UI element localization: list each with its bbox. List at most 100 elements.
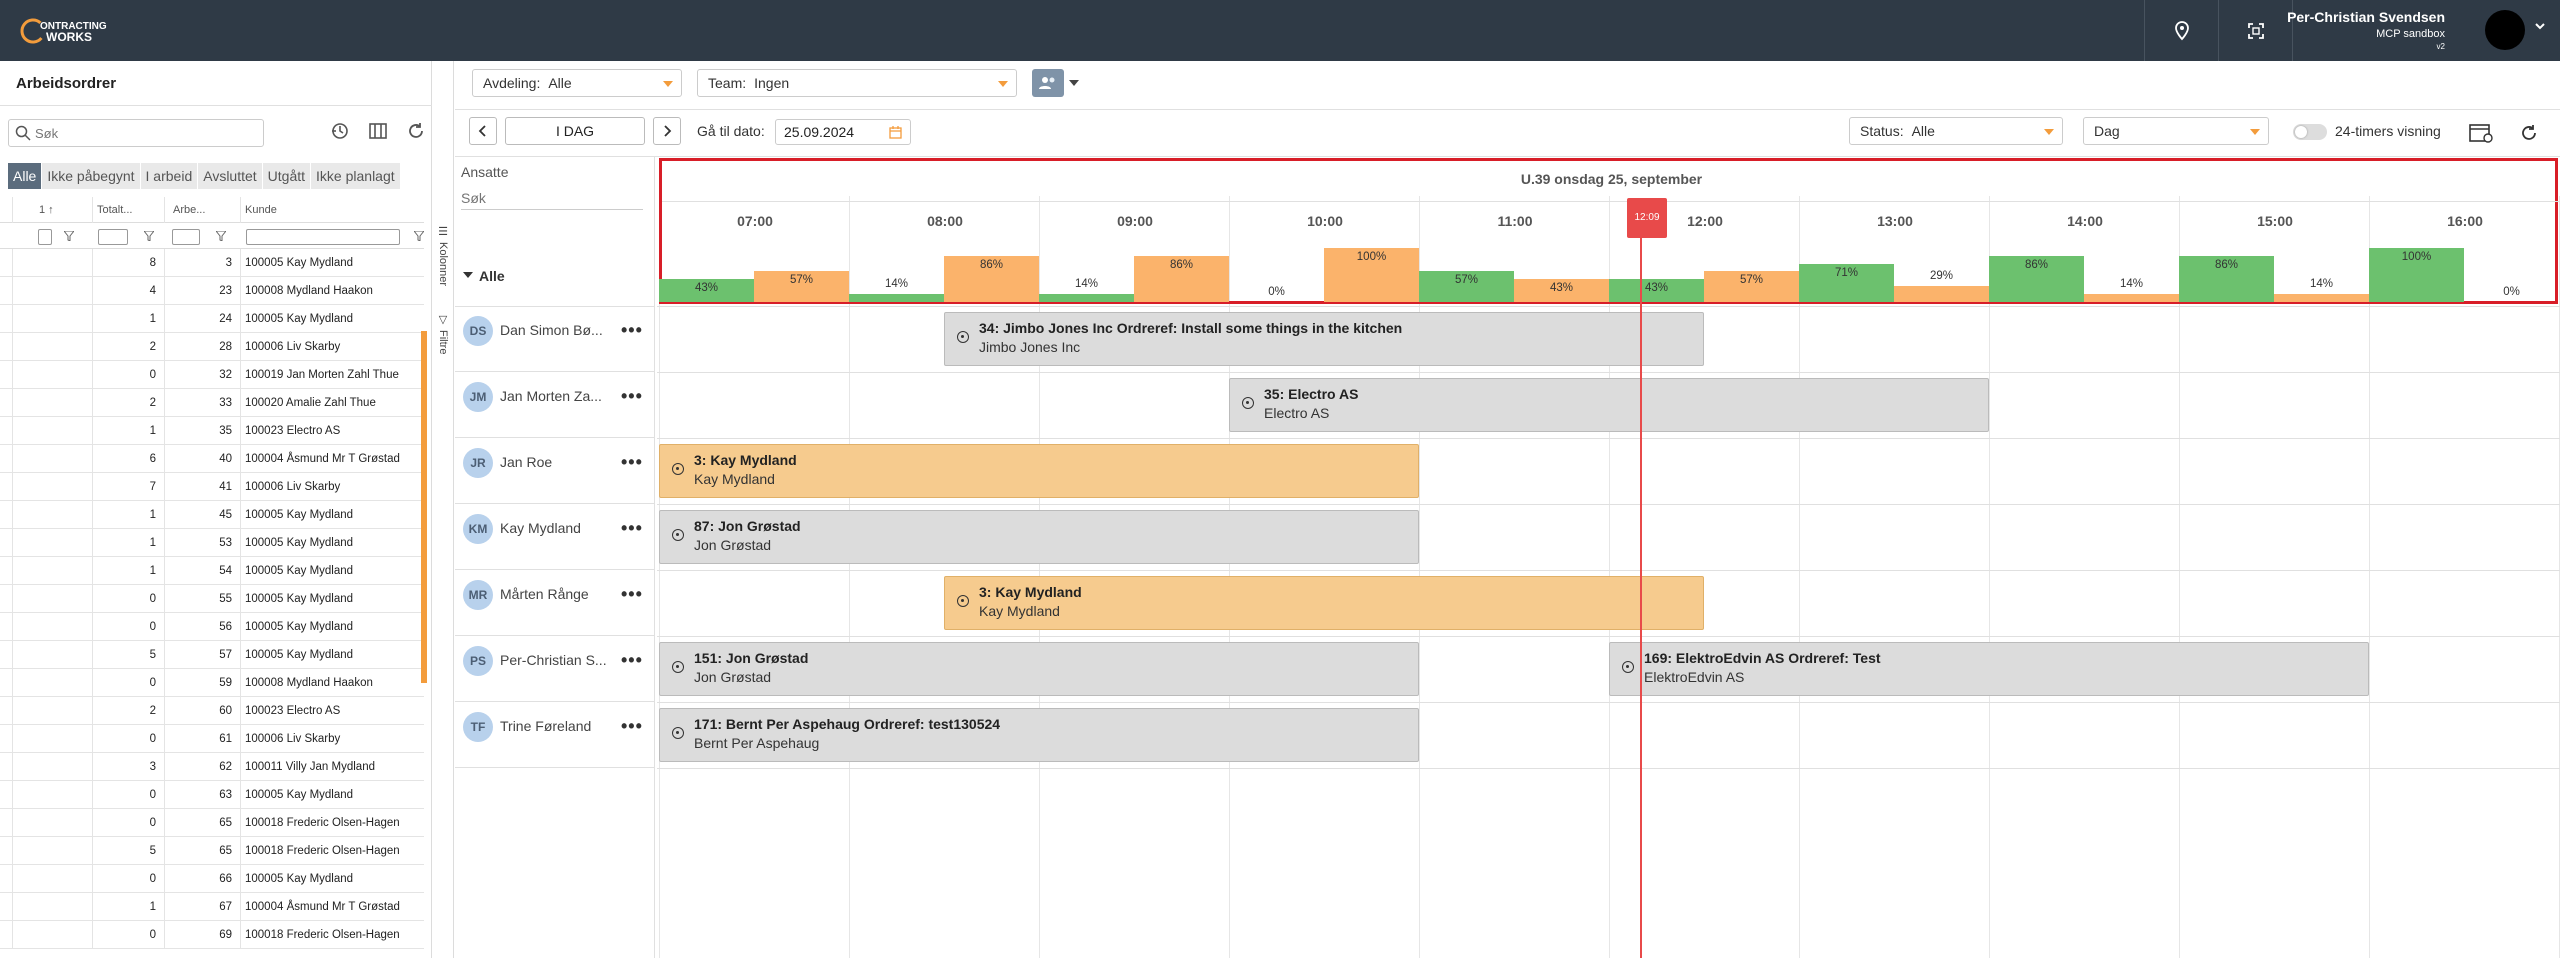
avatar[interactable]: [2485, 10, 2525, 50]
utilization-bar[interactable]: [1894, 286, 1989, 302]
contracting-works-logo[interactable]: ONTRACTING WORKS: [20, 12, 120, 50]
work-filter-input[interactable]: [172, 229, 200, 245]
calendar-settings-icon[interactable]: [2469, 122, 2493, 144]
table-row[interactable]: 1 24 100005 Kay Mydland: [0, 305, 424, 333]
chevron-down-icon[interactable]: [1069, 80, 1079, 88]
more-icon[interactable]: •••: [621, 650, 643, 671]
table-row[interactable]: 2 60 100023 Electro AS: [0, 697, 424, 725]
table-row[interactable]: 0 65 100018 Frederic Olsen-Hagen: [0, 809, 424, 837]
department-select[interactable]: Avdeling: Alle: [472, 69, 682, 97]
filter-tab-5[interactable]: Ikke planlagt: [311, 163, 401, 189]
filter-tab-1[interactable]: Ikke påbegynt: [42, 163, 141, 189]
filter-icon[interactable]: [216, 231, 226, 241]
map-button[interactable]: [2144, 0, 2218, 61]
table-row[interactable]: 6 40 100004 Åsmund Mr T Grøstad: [0, 445, 424, 473]
more-icon[interactable]: •••: [621, 518, 643, 539]
employee-row[interactable]: TF Trine Føreland •••: [455, 702, 655, 768]
table-row[interactable]: 3 62 100011 Villy Jan Mydland: [0, 753, 424, 781]
work-order-event[interactable]: 87: Jon Grøstad Jon Grøstad: [659, 510, 1419, 564]
utilization-bar[interactable]: [2274, 294, 2369, 302]
work-order-event[interactable]: 151: Jon Grøstad Jon Grøstad: [659, 642, 1419, 696]
total-filter-input[interactable]: [98, 229, 128, 245]
view-select[interactable]: Dag: [2083, 117, 2269, 145]
employee-row[interactable]: DS Dan Simon Bø... •••: [455, 306, 655, 372]
table-row[interactable]: 2 28 100006 Liv Skarby: [0, 333, 424, 361]
employee-search-input[interactable]: [461, 186, 643, 210]
next-day-button[interactable]: [653, 117, 681, 145]
work-order-event[interactable]: 171: Bernt Per Aspehaug Ordreref: test13…: [659, 708, 1419, 762]
table-row[interactable]: 1 45 100005 Kay Mydland: [0, 501, 424, 529]
table-row[interactable]: 8 3 100005 Kay Mydland: [0, 249, 424, 277]
table-row[interactable]: 1 35 100023 Electro AS: [0, 417, 424, 445]
work-order-event[interactable]: 35: Electro AS Electro AS: [1229, 378, 1989, 432]
filter-tab-3[interactable]: Avsluttet: [198, 163, 263, 189]
table-row[interactable]: 0 56 100005 Kay Mydland: [0, 613, 424, 641]
employee-row[interactable]: PS Per-Christian S... •••: [455, 636, 655, 702]
table-row[interactable]: 1 54 100005 Kay Mydland: [0, 557, 424, 585]
table-row[interactable]: 0 61 100006 Liv Skarby: [0, 725, 424, 753]
work-order-event[interactable]: 34: Jimbo Jones Inc Ordreref: Install so…: [944, 312, 1704, 366]
filter-icon[interactable]: [414, 231, 424, 241]
more-icon[interactable]: •••: [621, 584, 643, 605]
team-select[interactable]: Team: Ingen: [697, 69, 1017, 97]
employee-row[interactable]: MR Mårten Rånge •••: [455, 570, 655, 636]
history-icon[interactable]: [330, 121, 350, 141]
table-row[interactable]: 5 57 100005 Kay Mydland: [0, 641, 424, 669]
filter-checkbox[interactable]: [38, 229, 52, 245]
work-order-event[interactable]: 3: Kay Mydland Kay Mydland: [944, 576, 1704, 630]
columns-tab[interactable]: ☰ Kolonner: [434, 225, 452, 286]
table-row[interactable]: 0 59 100008 Mydland Haakon: [0, 669, 424, 697]
filter-tab-0[interactable]: Alle: [8, 163, 43, 189]
filters-tab[interactable]: ▽ Filtre: [434, 313, 452, 354]
column-header-work[interactable]: Arbe...: [164, 197, 240, 223]
refresh-icon[interactable]: [406, 121, 426, 141]
24h-toggle[interactable]: [2293, 124, 2327, 140]
utilization-bar[interactable]: [849, 294, 944, 302]
employee-row[interactable]: KM Kay Mydland •••: [455, 504, 655, 570]
filter-icon[interactable]: [144, 231, 154, 241]
work-order-event[interactable]: 3: Kay Mydland Kay Mydland: [659, 444, 1419, 498]
status-select[interactable]: Status: Alle: [1849, 117, 2063, 145]
employee-row[interactable]: JM Jan Morten Za... •••: [455, 372, 655, 438]
column-header-total[interactable]: Totalt...: [92, 197, 164, 223]
user-menu[interactable]: Per-Christian Svendsen MCP sandbox v2: [2287, 0, 2560, 61]
employee-row[interactable]: JR Jan Roe •••: [455, 438, 655, 504]
search-input[interactable]: [35, 123, 255, 143]
today-button[interactable]: I DAG: [505, 117, 645, 145]
table-row[interactable]: 7 41 100006 Liv Skarby: [0, 473, 424, 501]
previous-day-button[interactable]: [469, 117, 497, 145]
column-header-id[interactable]: 1 ↑: [12, 197, 92, 223]
caret-down-icon[interactable]: [463, 272, 473, 280]
column-header-customer[interactable]: Kunde: [240, 197, 420, 223]
table-row[interactable]: 0 66 100005 Kay Mydland: [0, 865, 424, 893]
customer-filter-input[interactable]: [246, 229, 400, 245]
chevron-down-icon[interactable]: [2534, 20, 2546, 32]
event-customer: Kay Mydland: [694, 471, 775, 487]
table-row[interactable]: 0 55 100005 Kay Mydland: [0, 585, 424, 613]
more-icon[interactable]: •••: [621, 320, 643, 341]
work-order-search[interactable]: [8, 119, 264, 147]
table-row[interactable]: 1 53 100005 Kay Mydland: [0, 529, 424, 557]
table-row[interactable]: 4 23 100008 Mydland Haakon: [0, 277, 424, 305]
refresh-icon[interactable]: [2519, 123, 2539, 143]
table-row[interactable]: 0 32 100019 Jan Morten Zahl Thue: [0, 361, 424, 389]
table-row[interactable]: 1 67 100004 Åsmund Mr T Grøstad: [0, 893, 424, 921]
goto-date-input[interactable]: 25.09.2024: [775, 119, 911, 145]
table-row[interactable]: 5 65 100018 Frederic Olsen-Hagen: [0, 837, 424, 865]
fullscreen-button[interactable]: [2218, 0, 2292, 61]
work-order-event[interactable]: 169: ElektroEdvin AS Ordreref: Test Elekt…: [1609, 642, 2369, 696]
utilization-bar[interactable]: [2084, 294, 2179, 302]
more-icon[interactable]: •••: [621, 716, 643, 737]
filter-icon[interactable]: [64, 231, 74, 241]
more-icon[interactable]: •••: [621, 386, 643, 407]
table-row[interactable]: 0 63 100005 Kay Mydland: [0, 781, 424, 809]
more-icon[interactable]: •••: [621, 452, 643, 473]
filter-tab-4[interactable]: Utgått: [262, 163, 312, 189]
scroll-indicator[interactable]: [421, 331, 427, 683]
utilization-bar[interactable]: [1039, 294, 1134, 302]
table-row[interactable]: 2 33 100020 Amalie Zahl Thue: [0, 389, 424, 417]
table-row[interactable]: 0 69 100018 Frederic Olsen-Hagen: [0, 921, 424, 949]
columns-icon[interactable]: [368, 121, 388, 141]
filter-tab-2[interactable]: I arbeid: [140, 163, 199, 189]
employee-group-button[interactable]: [1032, 69, 1064, 97]
